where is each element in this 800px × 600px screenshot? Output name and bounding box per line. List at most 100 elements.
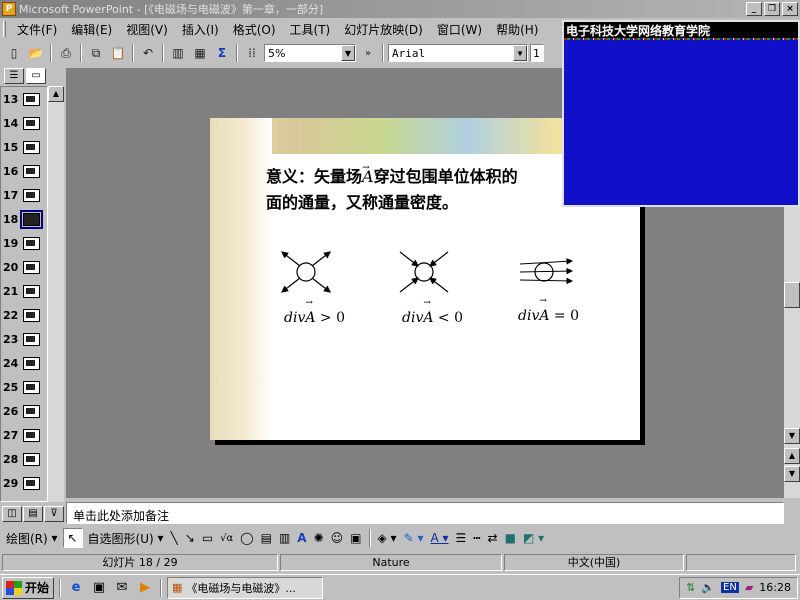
- outline-tab[interactable]: ☰: [4, 68, 24, 84]
- vertical-textbox-icon[interactable]: ▥: [277, 528, 292, 548]
- autoshapes-button[interactable]: 自选图形(U) ▾: [86, 528, 166, 548]
- slide-thumbnail-image[interactable]: [23, 332, 40, 346]
- media-player-icon[interactable]: ▶: [135, 578, 155, 598]
- toolbar-grip[interactable]: [3, 21, 6, 37]
- menu-view[interactable]: 视图(V): [119, 21, 175, 38]
- slide-thumbnail-image[interactable]: [23, 380, 40, 394]
- internet-explorer-icon[interactable]: e: [66, 578, 86, 598]
- menu-edit[interactable]: 编辑(E): [64, 21, 119, 38]
- slide-thumbnail[interactable]: 22: [1, 303, 47, 327]
- slide-thumbnail[interactable]: 25: [1, 375, 47, 399]
- undo-icon[interactable]: ↶: [138, 43, 158, 63]
- slide-thumbnail-image[interactable]: [23, 140, 40, 154]
- oval-icon[interactable]: ◯: [238, 528, 255, 548]
- input-language-indicator[interactable]: EN: [721, 582, 739, 593]
- copy-icon[interactable]: ⧉: [86, 43, 106, 63]
- equation-icon[interactable]: √α: [218, 528, 235, 548]
- grid-icon[interactable]: ⁞⁞: [242, 43, 262, 63]
- line-icon[interactable]: ╲: [169, 528, 180, 548]
- menu-format[interactable]: 格式(O): [226, 21, 283, 38]
- menu-insert[interactable]: 插入(I): [175, 21, 226, 38]
- open-icon[interactable]: 📂: [26, 43, 46, 63]
- dash-style-icon[interactable]: ┅: [471, 528, 482, 548]
- slide-thumbnail[interactable]: 21: [1, 279, 47, 303]
- font-select[interactable]: Arial ▼: [388, 44, 528, 62]
- slide-thumbnail[interactable]: 15: [1, 135, 47, 159]
- slide-thumbnail-image[interactable]: [23, 476, 40, 490]
- taskbar-powerpoint-button[interactable]: ▦ 《电磁场与电磁波》...: [167, 576, 323, 599]
- menu-window[interactable]: 窗口(W): [430, 21, 489, 38]
- ime-icon[interactable]: ▰: [745, 581, 753, 594]
- zoom-select[interactable]: 5% ▼: [264, 44, 356, 62]
- minimize-button[interactable]: _: [746, 2, 762, 16]
- shadow-icon[interactable]: ■: [503, 528, 518, 548]
- slide-thumbnail-image[interactable]: [23, 116, 40, 130]
- restore-button[interactable]: ❐: [764, 2, 780, 16]
- menu-tools[interactable]: 工具(T): [283, 21, 338, 38]
- scrollbar-thumb[interactable]: [784, 282, 800, 308]
- outlook-icon[interactable]: ✉: [112, 578, 132, 598]
- normal-view-icon[interactable]: ◫: [2, 506, 22, 522]
- font-color-icon[interactable]: A ▾: [428, 528, 450, 548]
- thumbnail-scrollbar[interactable]: ▲: [48, 86, 64, 502]
- previous-slide-icon[interactable]: ▲: [784, 448, 800, 464]
- slide-thumbnail[interactable]: 13: [1, 87, 47, 111]
- clipart-icon[interactable]: ☺: [329, 528, 346, 548]
- slide-thumbnail[interactable]: 27: [1, 423, 47, 447]
- toolbar-options-icon[interactable]: »: [358, 43, 378, 63]
- slide-thumbnail[interactable]: 16: [1, 159, 47, 183]
- next-slide-icon[interactable]: ▼: [784, 466, 800, 482]
- menu-slideshow[interactable]: 幻灯片放映(D): [337, 21, 430, 38]
- diagram-icon[interactable]: ✺: [312, 528, 326, 548]
- fill-color-icon[interactable]: ◈ ▾: [376, 528, 399, 548]
- close-button[interactable]: ×: [782, 2, 798, 16]
- slide-thumbnail-image[interactable]: [23, 92, 40, 106]
- slide-thumbnail-image[interactable]: [23, 356, 40, 370]
- sum-icon[interactable]: Σ: [212, 43, 232, 63]
- notes-pane[interactable]: 单击此处添加备注: [66, 502, 784, 524]
- slide-thumbnail-image[interactable]: [23, 188, 40, 202]
- paste-icon[interactable]: 📋: [108, 43, 128, 63]
- slide-thumbnail[interactable]: 26: [1, 399, 47, 423]
- slide-thumbnail[interactable]: 19: [1, 231, 47, 255]
- slide-thumbnail-image[interactable]: [23, 428, 40, 442]
- slide-thumbnail[interactable]: 17: [1, 183, 47, 207]
- line-style-icon[interactable]: ☰: [454, 528, 469, 548]
- volume-icon[interactable]: 🔈: [701, 581, 715, 594]
- 3d-icon[interactable]: ◩ ▾: [521, 528, 546, 548]
- arrow-style-icon[interactable]: ⇄: [486, 528, 500, 548]
- slide-thumbnail[interactable]: 20: [1, 255, 47, 279]
- slide-thumbnail-image[interactable]: [23, 284, 40, 298]
- desktop-icon[interactable]: ▣: [89, 578, 109, 598]
- network-icon[interactable]: ⇅: [686, 581, 695, 594]
- slide-thumbnail-image[interactable]: [23, 236, 40, 250]
- line-color-icon[interactable]: ✎ ▾: [402, 528, 426, 548]
- chevron-down-icon[interactable]: ▼: [341, 45, 355, 61]
- select-pointer-icon[interactable]: ↖: [62, 528, 83, 548]
- slide-thumbnail-image[interactable]: [23, 452, 40, 466]
- video-overlay-window[interactable]: 电子科技大学网络教育学院: [562, 20, 800, 207]
- scroll-up-icon[interactable]: ▲: [48, 86, 64, 102]
- slides-tab[interactable]: ▭: [26, 68, 46, 84]
- rectangle-icon[interactable]: ▭: [200, 528, 215, 548]
- slide-thumbnail[interactable]: 14: [1, 111, 47, 135]
- new-icon[interactable]: ▯: [4, 43, 24, 63]
- start-button[interactable]: 开始: [2, 576, 54, 599]
- slide-thumbnail-image[interactable]: [23, 164, 40, 178]
- slide-thumbnail[interactable]: 28: [1, 447, 47, 471]
- slide-thumbnail[interactable]: 18: [1, 207, 47, 231]
- textbox-icon[interactable]: ▤: [259, 528, 274, 548]
- slideshow-icon[interactable]: ⊽: [44, 506, 64, 522]
- slide-thumbnail[interactable]: 24: [1, 351, 47, 375]
- print-icon[interactable]: ⎙: [56, 43, 76, 63]
- menu-file[interactable]: 文件(F): [10, 21, 64, 38]
- draw-menu-button[interactable]: 绘图(R) ▾: [4, 528, 60, 548]
- arrow-icon[interactable]: ↘: [183, 528, 197, 548]
- slide-thumbnail[interactable]: 29: [1, 471, 47, 495]
- slide-thumbnail-image[interactable]: [23, 404, 40, 418]
- slide-thumbnail[interactable]: 23: [1, 327, 47, 351]
- font-size-select[interactable]: 1: [530, 44, 544, 62]
- scroll-down-icon[interactable]: ▼: [784, 428, 800, 444]
- slide-thumbnail-image[interactable]: [23, 260, 40, 274]
- picture-icon[interactable]: ▣: [348, 528, 363, 548]
